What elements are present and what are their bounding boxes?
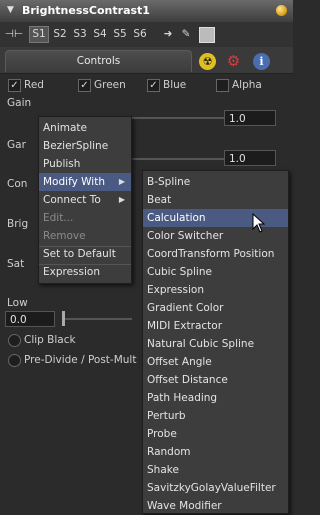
alpha-checkbox[interactable] [216,79,229,92]
submenu-item-color-switcher[interactable]: Color Switcher [143,227,288,245]
slot-s1-button[interactable]: S1 [29,26,49,43]
submenu-arrow-icon: ▶ [118,177,125,186]
tool-header[interactable]: ▼ BrightnessContrast1 [0,0,293,23]
submenu-item-gradient-color[interactable]: Gradient Color [143,299,288,317]
submenu-item-savitzkygolayvaluefilter[interactable]: SavitzkyGolayValueFilter [143,479,288,497]
submenu-item-b-spline[interactable]: B-Spline [143,173,288,191]
submenu-item-random[interactable]: Random [143,443,288,461]
menu-item-connect-to-label: Connect To [43,194,101,206]
blue-checkbox[interactable]: ✓ [147,79,160,92]
menu-item-edit: Edit... [43,212,74,224]
submenu-item-wave-modifier[interactable]: Wave Modifier [143,497,288,515]
context-menu: Animate BezierSpline Publish Modify With… [38,116,132,284]
predivide-row[interactable]: Pre-Divide / Post-Mult [4,352,139,367]
submenu-item-offset-distance[interactable]: Offset Distance [143,371,288,389]
slot-s3-button[interactable]: S3 [71,26,89,43]
gain-label: Gain [7,97,32,109]
gear-icon[interactable]: ⚙ [225,53,242,70]
contrast-label: Con [7,178,28,190]
clip-black-checkbox[interactable] [8,334,21,347]
slot-s2-button[interactable]: S2 [51,26,69,43]
channel-red[interactable]: ✓ Red [4,78,70,92]
submenu-item-perturb[interactable]: Perturb [143,407,288,425]
saturation-label: Sat [7,258,25,270]
submenu-item-calculation[interactable]: Calculation [143,209,288,227]
brightness-label: Brig [7,218,29,230]
menu-item-expression[interactable]: Expression [39,263,131,281]
submenu-item-midi-extractor[interactable]: MIDI Extractor [143,317,288,335]
save-icon[interactable] [199,27,215,43]
gamma-label: Gar [7,139,26,151]
tab-bar: Controls ☢ ⚙ i [0,47,293,74]
radiation-icon[interactable]: ☢ [199,53,216,70]
eyedropper-icon[interactable]: ✎ [178,26,194,43]
submenu-item-cubic-spline[interactable]: Cubic Spline [143,263,288,281]
submenu-item-coordtransform-position[interactable]: CoordTransform Position [143,245,288,263]
gain-field[interactable]: 1.0 [224,110,276,126]
menu-item-bezierspline[interactable]: BezierSpline [39,137,131,155]
mouse-cursor-icon [252,213,266,233]
slot-s6-button[interactable]: S6 [131,26,149,43]
pin-icon[interactable]: ⊣⊢ [4,26,24,43]
predivide-label: Pre-Divide / Post-Mult [24,354,137,366]
tab-controls[interactable]: Controls [5,50,192,72]
channel-green[interactable]: ✓ Green [76,78,142,92]
menu-item-set-to-default[interactable]: Set to Default [39,245,131,263]
submenu-item-path-heading[interactable]: Path Heading [143,389,288,407]
tool-title: BrightnessContrast1 [22,4,150,17]
submenu-item-shake[interactable]: Shake [143,461,288,479]
menu-item-publish[interactable]: Publish [39,155,131,173]
modify-with-submenu: B-Spline Beat Calculation Color Switcher… [142,170,289,514]
submenu-item-expression[interactable]: Expression [143,281,288,299]
predivide-checkbox[interactable] [8,354,21,367]
info-icon[interactable]: i [253,53,270,70]
red-label: Red [24,79,44,91]
collapse-arrow-icon[interactable]: ▼ [7,5,14,15]
alpha-label: Alpha [232,79,262,91]
green-checkbox[interactable]: ✓ [78,79,91,92]
tool-color-dot-icon[interactable] [276,5,287,16]
submenu-item-probe[interactable]: Probe [143,425,288,443]
menu-item-connect-to[interactable]: Connect To ▶ [39,191,131,209]
submenu-item-natural-cubic-spline[interactable]: Natural Cubic Spline [143,335,288,353]
slot-s4-button[interactable]: S4 [91,26,109,43]
gamma-field[interactable]: 1.0 [224,150,276,166]
version-toolbar: ⊣⊢ S1 S2 S3 S4 S5 S6 ➜ ✎ [0,22,293,48]
clip-black-label: Clip Black [24,334,76,346]
low-label: Low [7,297,28,309]
slot-s5-button[interactable]: S5 [111,26,129,43]
submenu-item-offset-angle[interactable]: Offset Angle [143,353,288,371]
arrow-right-icon[interactable]: ➜ [160,26,176,43]
low-slider-handle[interactable] [62,311,65,326]
red-checkbox[interactable]: ✓ [8,79,21,92]
green-label: Green [94,79,126,91]
submenu-arrow-icon: ▶ [118,195,125,204]
menu-item-animate[interactable]: Animate [39,119,131,137]
clip-black-row[interactable]: Clip Black [4,332,139,347]
low-field[interactable]: 0.0 [5,311,55,327]
low-slider[interactable] [62,318,132,320]
menu-item-modify-with[interactable]: Modify With ▶ [39,173,131,191]
menu-item-remove: Remove [43,230,86,242]
blue-label: Blue [163,79,187,91]
submenu-item-beat[interactable]: Beat [143,191,288,209]
menu-item-modify-with-label: Modify With [43,176,105,188]
channel-alpha[interactable]: Alpha [214,78,284,92]
channel-blue[interactable]: ✓ Blue [145,78,211,92]
